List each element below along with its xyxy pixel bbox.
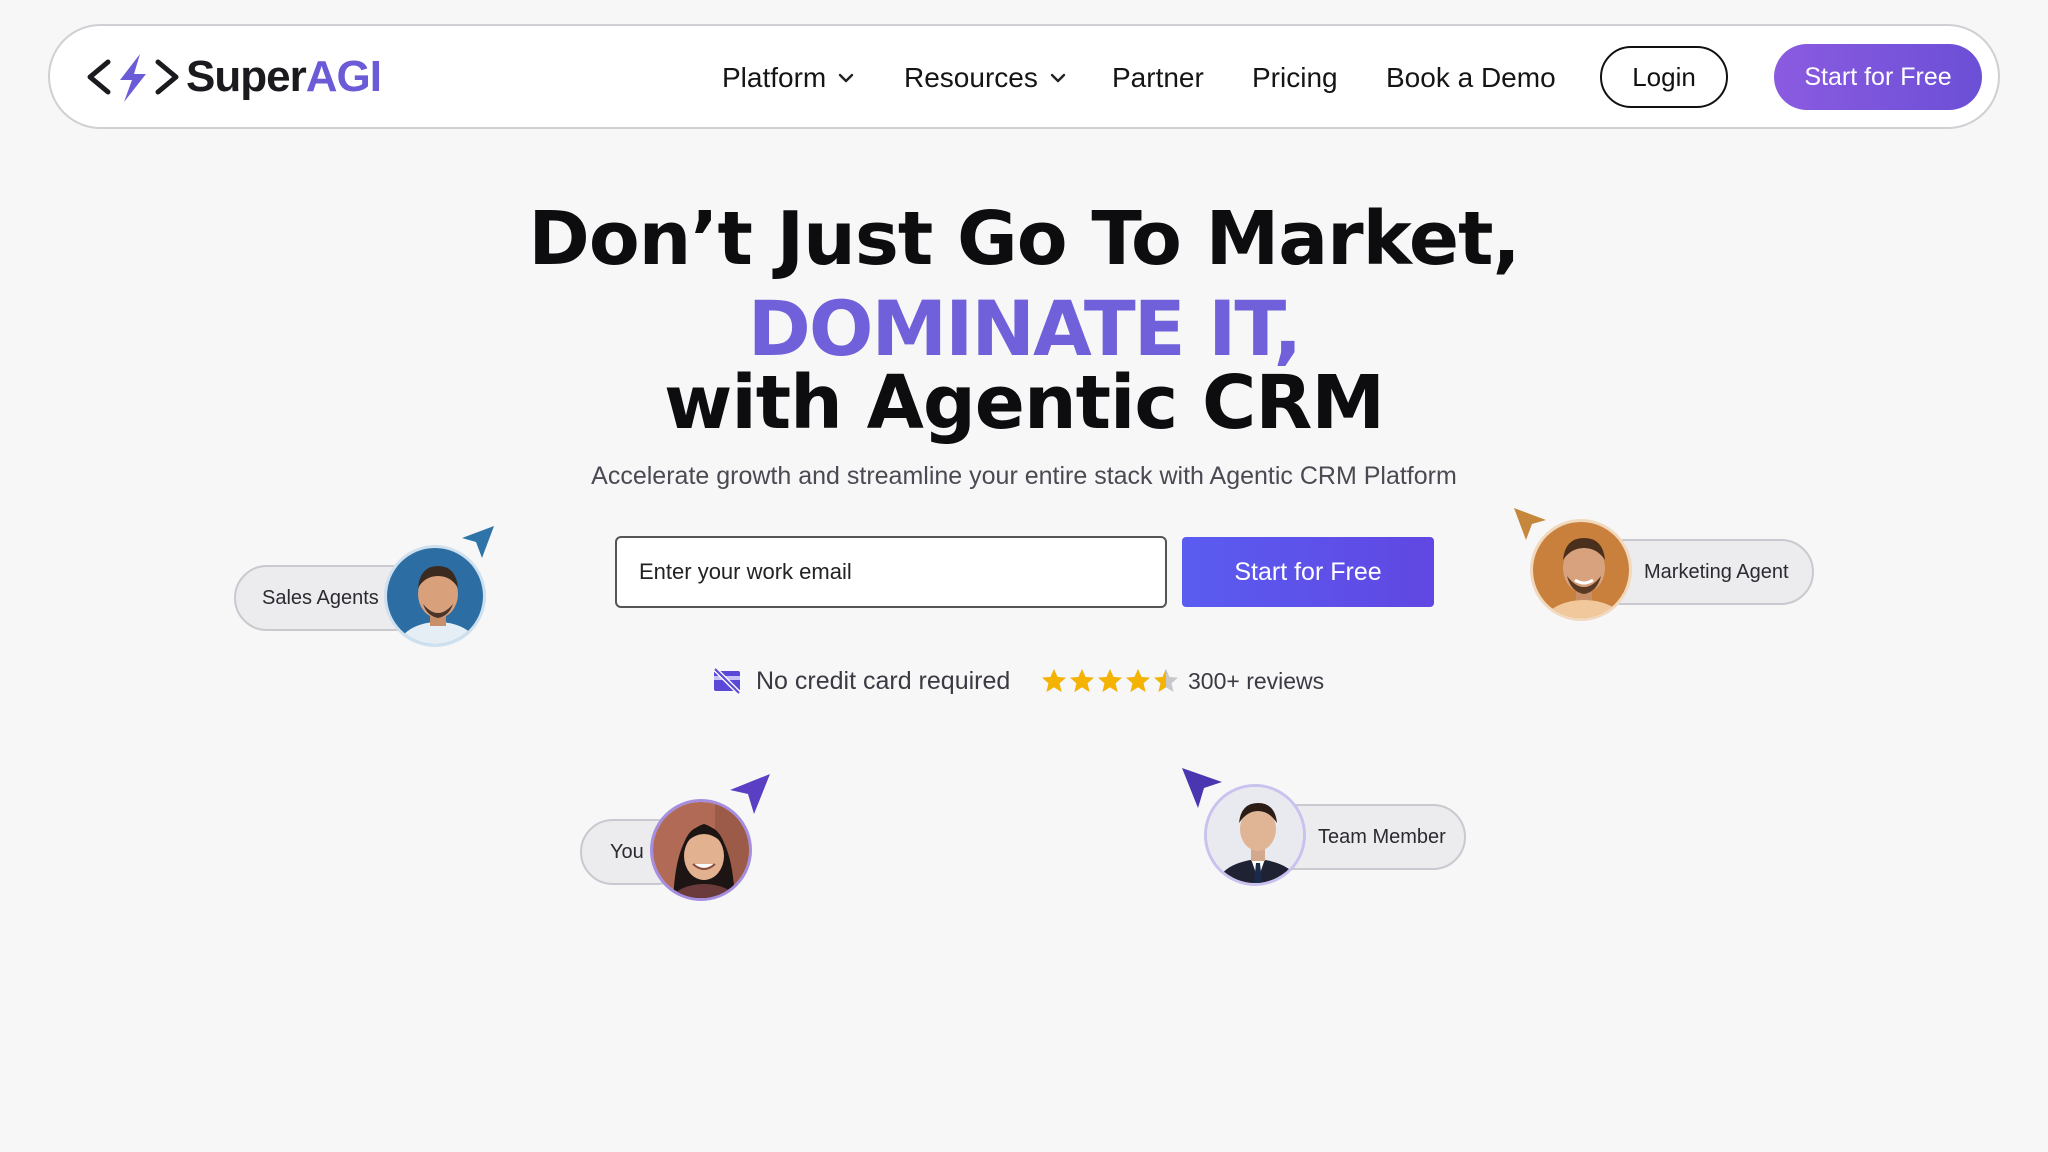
sales-agent-cursor-icon bbox=[462, 526, 494, 558]
nav-pricing-label: Pricing bbox=[1252, 62, 1338, 93]
reviews-rating[interactable]: 300+ reviews bbox=[1040, 662, 1324, 700]
rating-stars bbox=[1040, 667, 1180, 695]
marketing-agent-label: Marketing Agent bbox=[1644, 560, 1789, 583]
star-icon bbox=[1126, 669, 1150, 692]
team-member-label: Team Member bbox=[1318, 825, 1446, 848]
reviews-count: 300+ reviews bbox=[1188, 667, 1325, 694]
you-label: You bbox=[610, 840, 644, 863]
nav-resources-label: Resources bbox=[904, 62, 1038, 93]
marketing-agent-cursor-icon bbox=[1514, 508, 1546, 540]
superagi-logo[interactable]: SuperAGI bbox=[86, 50, 382, 104]
star-icon bbox=[1154, 669, 1178, 692]
no-credit-card-note: No credit card required bbox=[712, 662, 1010, 700]
hero-subtitle: Accelerate growth and streamline your en… bbox=[591, 462, 1457, 490]
logo-bracket-bolt-icon bbox=[87, 54, 179, 102]
top-nav: SuperAGI Platform Resources Partner Pric… bbox=[48, 24, 2000, 129]
nav-pricing[interactable]: Pricing bbox=[1252, 58, 1338, 98]
nav-partner-label: Partner bbox=[1112, 62, 1204, 93]
nav-platform[interactable]: Platform bbox=[722, 58, 854, 98]
hero-headline-line3: with Agentic CRM bbox=[664, 360, 1385, 446]
star-icon bbox=[1070, 669, 1094, 692]
chevron-down-icon bbox=[839, 73, 854, 83]
you-cursor-icon bbox=[730, 774, 770, 814]
sales-agent-avatar bbox=[384, 545, 486, 647]
work-email-input[interactable] bbox=[615, 536, 1167, 608]
logo-text: SuperAGI bbox=[186, 52, 382, 101]
nav-platform-label: Platform bbox=[722, 62, 827, 93]
login-button[interactable]: Login bbox=[1600, 46, 1728, 108]
nav-start-free-button[interactable]: Start for Free bbox=[1774, 44, 1982, 110]
no-card-icon bbox=[713, 667, 741, 695]
nav-book-demo-label: Book a Demo bbox=[1386, 62, 1556, 93]
hero-headline-line1: Don’t Just Go To Market, bbox=[528, 196, 1520, 282]
star-icon bbox=[1042, 669, 1066, 692]
nav-book-demo[interactable]: Book a Demo bbox=[1386, 58, 1556, 98]
hero-start-free-button[interactable]: Start for Free bbox=[1182, 537, 1434, 607]
sales-agents-label: Sales Agents bbox=[262, 586, 379, 609]
star-icon bbox=[1098, 669, 1122, 692]
nav-partner[interactable]: Partner bbox=[1112, 58, 1204, 98]
nav-resources[interactable]: Resources bbox=[904, 58, 1066, 98]
no-credit-card-text: No credit card required bbox=[756, 666, 1011, 695]
chevron-down-icon bbox=[1050, 73, 1066, 83]
team-member-cursor-icon bbox=[1182, 768, 1222, 808]
